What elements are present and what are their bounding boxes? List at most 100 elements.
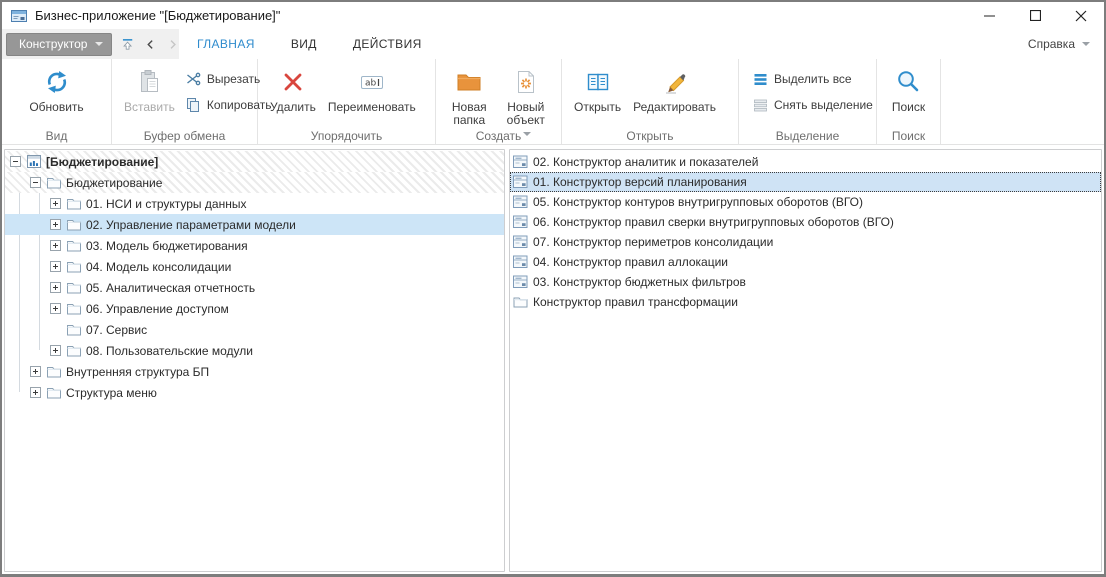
expand-toggle[interactable] <box>30 366 41 377</box>
forward-icon[interactable] <box>166 36 179 53</box>
new-folder-button[interactable]: Новая папка <box>442 63 497 130</box>
expand-toggle[interactable] <box>50 303 61 314</box>
tree-node[interactable]: 05. Аналитическая отчетность <box>5 277 504 298</box>
list-item[interactable]: 07. Конструктор периметров консолидации <box>510 232 1101 252</box>
list-item[interactable]: Конструктор правил трансформации <box>510 292 1101 312</box>
tree-node-label: 02. Управление параметрами модели <box>86 218 296 232</box>
window-title: Бизнес-приложение "[Бюджетирование]" <box>35 8 280 23</box>
ribbon-group-search: Поиск Поиск <box>877 59 941 144</box>
group-label-clipboard: Буфер обмена <box>112 129 257 143</box>
delete-icon <box>280 69 306 95</box>
help-menu[interactable]: Справка <box>1028 29 1104 59</box>
app-node-icon <box>26 154 42 169</box>
tree-node-label: Структура меню <box>66 386 157 400</box>
navigation-tree-panel: [Бюджетирование] Бюджетирование 01. НСИ … <box>4 149 505 572</box>
tree-node[interactable]: [Бюджетирование] <box>5 151 504 172</box>
open-label: Открыть <box>574 101 621 114</box>
form-icon <box>513 155 528 169</box>
ribbon-group-view: Обновить Вид <box>2 59 112 144</box>
list-item[interactable]: 03. Конструктор бюджетных фильтров <box>510 272 1101 292</box>
folder-icon <box>46 364 62 379</box>
minimize-icon <box>984 10 995 21</box>
expand-toggle[interactable] <box>50 261 61 272</box>
group-label-selection: Выделение <box>739 129 876 143</box>
tree-node[interactable]: Структура меню <box>5 382 504 403</box>
tree-node[interactable]: 02. Управление параметрами модели <box>5 214 504 235</box>
expand-toggle[interactable] <box>30 177 41 188</box>
svg-text:ab: ab <box>365 79 377 89</box>
list-item-label: Конструктор правил трансформации <box>533 295 738 309</box>
tree-node[interactable]: 08. Пользовательские модули <box>5 340 504 361</box>
paste-button[interactable]: Вставить <box>118 63 181 117</box>
deselect-button[interactable]: Снять выделение <box>749 95 877 115</box>
expand-toggle[interactable] <box>50 240 61 251</box>
title-bar: Бизнес-приложение "[Бюджетирование]" <box>2 2 1104 29</box>
expand-toggle[interactable] <box>50 219 61 230</box>
tab-deystviya[interactable]: ДЕЙСТВИЯ <box>335 29 440 59</box>
select-all-label: Выделить все <box>774 72 852 86</box>
app-window: Бизнес-приложение "[Бюджетирование]" Кон… <box>0 0 1106 577</box>
expand-toggle[interactable] <box>30 387 41 398</box>
constructor-menu-label: Конструктор <box>19 37 87 51</box>
expand-toggle[interactable] <box>10 156 21 167</box>
ribbon-tabs: ГЛАВНАЯ ВИД ДЕЙСТВИЯ <box>179 29 440 59</box>
close-icon <box>1075 10 1087 22</box>
folder-icon <box>66 280 82 295</box>
deselect-icon <box>753 98 768 113</box>
folder-icon <box>66 343 82 358</box>
delete-button[interactable]: Удалить <box>264 63 322 117</box>
select-all-button[interactable]: Выделить все <box>749 69 877 89</box>
tree-node[interactable]: 03. Модель бюджетирования <box>5 235 504 256</box>
ribbon-group-clipboard: Вставить Вырезать Копировать <box>112 59 258 144</box>
tree-node[interactable]: 07. Сервис <box>5 319 504 340</box>
edit-button[interactable]: Редактировать <box>627 63 722 117</box>
tree-node-label: Внутренняя структура БП <box>66 365 209 379</box>
constructor-menu-button[interactable]: Конструктор <box>6 33 112 56</box>
list-item-label: 01. Конструктор версий планирования <box>533 175 747 189</box>
tree-node[interactable]: 06. Управление доступом <box>5 298 504 319</box>
form-icon <box>513 215 528 229</box>
list-item[interactable]: 02. Конструктор аналитик и показателей <box>510 152 1101 172</box>
group-label-view: Вид <box>2 129 111 143</box>
chevron-down-icon <box>95 42 103 46</box>
list-item[interactable]: 04. Конструктор правил аллокации <box>510 252 1101 272</box>
minimize-button[interactable] <box>966 2 1012 29</box>
refresh-label: Обновить <box>29 101 83 114</box>
folder-icon <box>66 301 82 316</box>
list-item[interactable]: 05. Конструктор контуров внутригрупповых… <box>510 192 1101 212</box>
tree-node-label: 06. Управление доступом <box>86 302 229 316</box>
object-list-panel: 02. Конструктор аналитик и показателей 0… <box>509 149 1102 572</box>
ribbon: Обновить Вид Вставить <box>2 59 1104 145</box>
search-label: Поиск <box>892 101 925 114</box>
expand-toggle[interactable] <box>50 198 61 209</box>
back-icon[interactable] <box>144 36 157 53</box>
folder-icon <box>46 385 62 400</box>
tree-node[interactable]: 04. Модель консолидации <box>5 256 504 277</box>
open-button[interactable]: Открыть <box>568 63 627 117</box>
rename-button[interactable]: ab Переименовать <box>322 63 422 117</box>
content-area: [Бюджетирование] Бюджетирование 01. НСИ … <box>2 145 1104 574</box>
tree-node[interactable]: 01. НСИ и структуры данных <box>5 193 504 214</box>
maximize-icon <box>1030 10 1041 21</box>
tab-glavnaya[interactable]: ГЛАВНАЯ <box>179 29 273 59</box>
refresh-button[interactable]: Обновить <box>23 63 89 117</box>
list-item-label: 03. Конструктор бюджетных фильтров <box>533 275 746 289</box>
tree-node[interactable]: Внутренняя структура БП <box>5 361 504 382</box>
list-item[interactable]: 06. Конструктор правил сверки внутригруп… <box>510 212 1101 232</box>
search-button[interactable]: Поиск <box>886 63 931 117</box>
list-item[interactable]: 01. Конструктор версий планирования <box>510 172 1101 192</box>
chevron-down-icon <box>1082 42 1090 46</box>
tree-node-label: Бюджетирование <box>66 176 162 190</box>
application-icon <box>11 8 28 24</box>
folder-icon <box>66 238 82 253</box>
up-level-icon[interactable] <box>121 36 134 53</box>
tree-node[interactable]: Бюджетирование <box>5 172 504 193</box>
list-item-label: 06. Конструктор правил сверки внутригруп… <box>533 215 894 229</box>
ribbon-group-selection: Выделить все Снять выделение Выделение <box>739 59 877 144</box>
open-icon <box>584 68 612 96</box>
expand-toggle[interactable] <box>50 345 61 356</box>
expand-toggle[interactable] <box>50 282 61 293</box>
maximize-button[interactable] <box>1012 2 1058 29</box>
tab-vid[interactable]: ВИД <box>273 29 335 59</box>
close-button[interactable] <box>1058 2 1104 29</box>
